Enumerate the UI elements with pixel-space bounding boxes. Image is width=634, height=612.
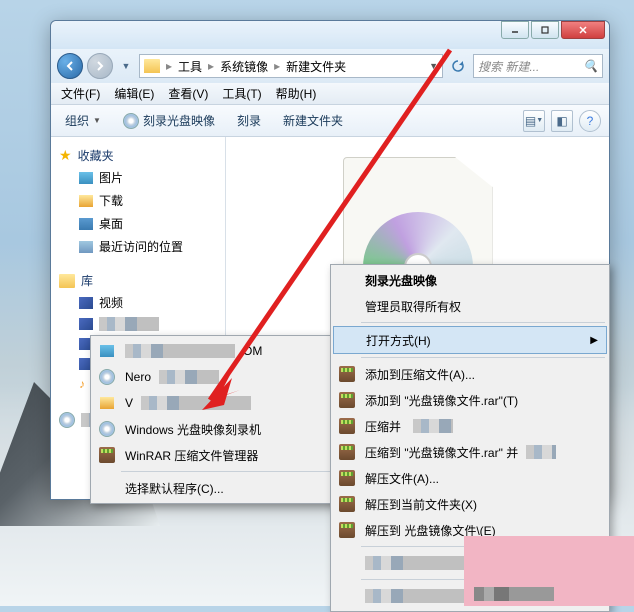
winrar-icon	[339, 418, 355, 434]
star-icon: ★	[59, 147, 72, 164]
address-dropdown-icon[interactable]: ▼	[429, 61, 438, 71]
library-icon	[59, 274, 75, 288]
winrar-icon	[339, 496, 355, 512]
navigation-row: ▼ ▸ 工具 ▸ 系统镜像 ▸ 新建文件夹 ▼ 搜索 新建... 🔍	[51, 49, 609, 83]
menu-bar: 文件(F) 编辑(E) 查看(V) 工具(T) 帮助(H)	[51, 83, 609, 105]
organize-button[interactable]: 组织▼	[59, 110, 107, 131]
sidebar-item-pictures[interactable]: 图片	[55, 166, 221, 189]
open-with-windows-burner[interactable]: Windows 光盘映像刻录机	[93, 416, 337, 442]
winrar-icon	[339, 366, 355, 382]
ctx-admin-rights[interactable]: 管理员取得所有权	[333, 293, 607, 319]
close-button[interactable]	[561, 21, 605, 39]
sidebar-item-downloads[interactable]: 下载	[55, 189, 221, 212]
sidebar-item-blurred[interactable]	[55, 314, 221, 334]
ctx-add-to-archive[interactable]: 添加到压缩文件(A)...	[333, 361, 607, 387]
breadcrumb-item[interactable]: 系统镜像	[220, 58, 268, 75]
videos-icon	[79, 297, 93, 309]
sidebar-item-recent[interactable]: 最近访问的位置	[55, 235, 221, 258]
menu-separator	[361, 322, 605, 323]
sidebar-item-videos[interactable]: 视频	[55, 291, 221, 314]
ctx-add-to-rar[interactable]: 添加到 "光盘镜像文件.rar"(T)	[333, 387, 607, 413]
winrar-icon	[339, 522, 355, 538]
ctx-compress-and[interactable]: 压缩并	[333, 413, 607, 439]
choose-default-program[interactable]: 选择默认程序(C)...	[93, 475, 337, 501]
watermark-block	[464, 536, 634, 606]
open-with-app[interactable]: V	[93, 390, 337, 416]
winrar-icon	[339, 470, 355, 486]
command-bar: 组织▼ 刻录光盘映像 刻录 新建文件夹 ▤▼ ◧ ?	[51, 105, 609, 137]
maximize-button[interactable]	[531, 21, 559, 39]
libraries-group[interactable]: 库	[55, 270, 221, 291]
address-bar[interactable]: ▸ 工具 ▸ 系统镜像 ▸ 新建文件夹 ▼	[139, 54, 443, 78]
favorites-group[interactable]: ★收藏夹	[55, 145, 221, 166]
ctx-extract-here[interactable]: 解压到当前文件夹(X)	[333, 491, 607, 517]
sidebar-item-desktop[interactable]: 桌面	[55, 212, 221, 235]
menu-file[interactable]: 文件(F)	[55, 83, 106, 104]
help-button[interactable]: ?	[579, 110, 601, 132]
forward-button[interactable]	[87, 53, 113, 79]
window-titlebar[interactable]	[51, 21, 609, 49]
open-with-submenu: OM Nero V Windows 光盘映像刻录机 WinRAR 压缩文件管理器…	[90, 335, 340, 504]
burn-button[interactable]: 刻录	[231, 110, 267, 131]
refresh-button[interactable]	[447, 55, 469, 77]
menu-view[interactable]: 查看(V)	[162, 83, 214, 104]
open-with-winrar[interactable]: WinRAR 压缩文件管理器	[93, 442, 337, 468]
folder-icon	[144, 59, 160, 73]
search-placeholder: 搜索 新建...	[478, 58, 539, 75]
history-dropdown[interactable]: ▼	[117, 57, 135, 75]
disc-icon	[59, 412, 75, 428]
winrar-icon	[99, 447, 115, 463]
minimize-button[interactable]	[501, 21, 529, 39]
ctx-burn-image[interactable]: 刻录光盘映像	[333, 267, 607, 293]
winrar-icon	[339, 444, 355, 460]
breadcrumb-item[interactable]: 工具	[178, 58, 202, 75]
recent-icon	[79, 241, 93, 253]
menu-separator	[121, 471, 335, 472]
disc-icon	[123, 113, 139, 129]
menu-edit[interactable]: 编辑(E)	[108, 83, 160, 104]
menu-help[interactable]: 帮助(H)	[270, 83, 323, 104]
search-icon: 🔍	[583, 59, 598, 73]
burn-image-button[interactable]: 刻录光盘映像	[117, 110, 221, 131]
preview-pane-button[interactable]: ◧	[551, 110, 573, 132]
open-with-app[interactable]: OM	[93, 338, 337, 364]
pictures-icon	[79, 172, 93, 184]
menu-tools[interactable]: 工具(T)	[216, 83, 267, 104]
ctx-open-with[interactable]: 打开方式(H)▶	[333, 326, 607, 354]
winrar-icon	[339, 392, 355, 408]
breadcrumb-item[interactable]: 新建文件夹	[286, 58, 346, 75]
open-with-app[interactable]: Nero	[93, 364, 337, 390]
ctx-extract-files[interactable]: 解压文件(A)...	[333, 465, 607, 491]
downloads-icon	[79, 195, 93, 207]
view-options-button[interactable]: ▤▼	[523, 110, 545, 132]
menu-separator	[361, 357, 605, 358]
new-folder-button[interactable]: 新建文件夹	[277, 110, 349, 131]
ctx-compress-to-rar[interactable]: 压缩到 "光盘镜像文件.rar" 并	[333, 439, 607, 465]
desktop-icon	[79, 218, 93, 230]
back-button[interactable]	[57, 53, 83, 79]
submenu-arrow-icon: ▶	[590, 335, 598, 346]
search-input[interactable]: 搜索 新建... 🔍	[473, 54, 603, 78]
